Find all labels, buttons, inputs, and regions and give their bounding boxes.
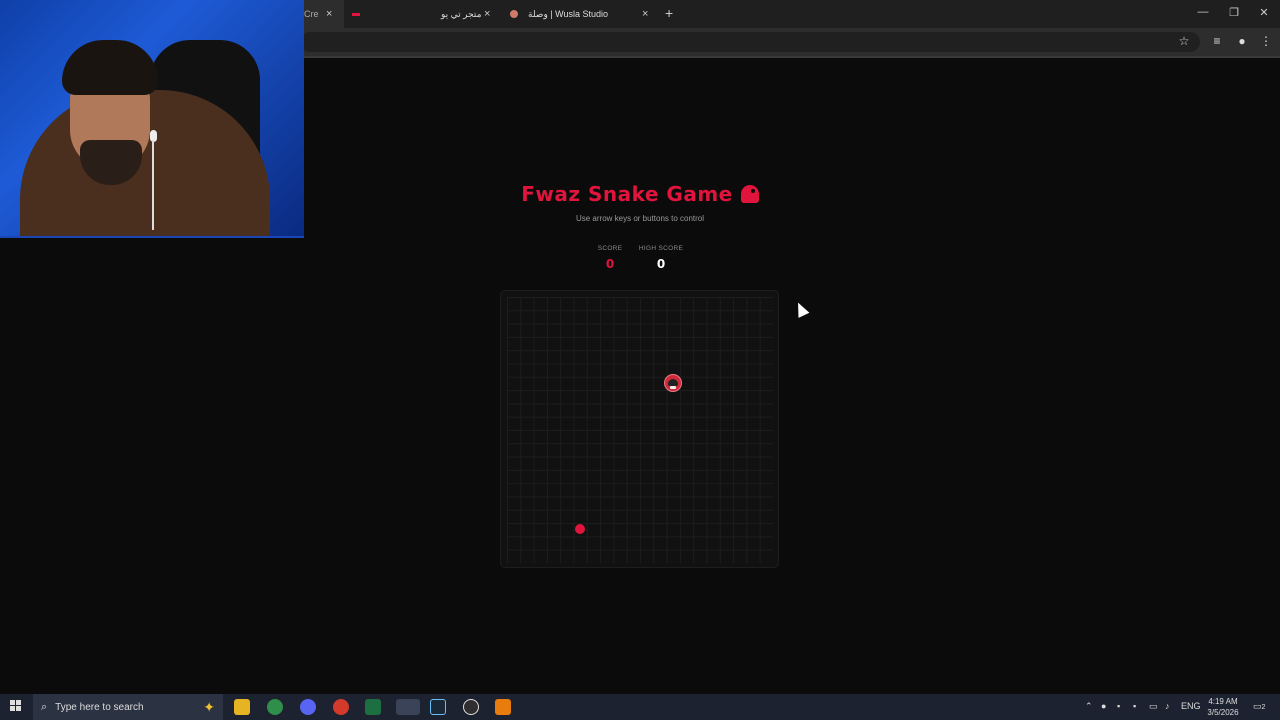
address-bar[interactable] <box>300 32 1200 52</box>
taskbar-search[interactable]: ⌕ Type here to search ✦ <box>33 694 223 720</box>
high-score-panel: HIGH SCORE 0 <box>631 245 691 271</box>
high-score-label: HIGH SCORE <box>638 245 684 252</box>
game-title-text: Fwaz Snake Game <box>521 182 733 206</box>
tray-app-icon[interactable]: ▪ <box>1133 701 1136 711</box>
obs-icon[interactable] <box>463 699 479 715</box>
windows-start-icon[interactable] <box>10 700 22 712</box>
notification-count: 2 <box>1261 704 1266 711</box>
profile-avatar-icon[interactable]: ● <box>1235 34 1249 48</box>
discord-icon[interactable] <box>300 699 316 715</box>
game-board[interactable] <box>500 290 779 568</box>
tab-close-icon[interactable]: × <box>326 8 332 20</box>
mouse-cursor-icon <box>792 300 810 318</box>
tab-favicon-icon <box>510 10 518 18</box>
tab-label: متجر تي يو <box>441 8 482 19</box>
clock-date: 3/5/2026 <box>1207 708 1239 717</box>
game-subtitle: Use arrow keys or buttons to control <box>575 214 705 223</box>
game-title: Fwaz Snake Game <box>0 182 1280 206</box>
tab-item[interactable] <box>344 0 434 28</box>
tab-close-icon[interactable]: × <box>484 8 490 20</box>
new-tab-button[interactable]: + <box>665 5 673 21</box>
language-indicator[interactable]: ENG <box>1181 701 1201 711</box>
search-placeholder: Type here to search <box>55 701 144 713</box>
tab-label: Cre <box>304 9 319 19</box>
app-red-icon[interactable] <box>333 699 349 715</box>
minimize-icon[interactable]: — <box>1196 6 1210 18</box>
clock-time: 4:19 AM <box>1208 697 1238 706</box>
high-score-value: 0 <box>656 257 666 271</box>
microphone-icon[interactable]: ● <box>1101 701 1106 711</box>
bookmark-star-icon[interactable]: ☆ <box>1177 34 1191 48</box>
tab-favicon-icon <box>352 12 360 16</box>
restore-icon[interactable]: ❐ <box>1227 6 1241 19</box>
network-icon[interactable]: ▭ <box>1149 701 1158 712</box>
snake-head <box>664 374 682 392</box>
chrome-icon[interactable] <box>267 699 283 715</box>
excel-icon[interactable] <box>365 699 381 715</box>
board-grid <box>507 297 773 563</box>
tray-app-icon[interactable]: ▪ <box>1117 701 1120 711</box>
steam-icon[interactable] <box>430 699 446 715</box>
window-close-icon[interactable]: ✕ <box>1257 6 1271 19</box>
tab-item[interactable]: متجر تي يو × <box>434 0 504 28</box>
menu-kebab-icon[interactable]: ⋮ <box>1259 34 1273 48</box>
snake-logo-icon <box>740 185 759 203</box>
tab-item[interactable]: وصلة | Wusla Studio × <box>504 0 660 28</box>
copilot-sparkle-icon: ✦ <box>203 699 215 715</box>
blender-icon[interactable] <box>495 699 511 715</box>
notifications-icon[interactable]: ▭2 <box>1253 701 1265 712</box>
reading-list-icon[interactable]: ≡ <box>1210 34 1224 48</box>
hair <box>62 40 158 95</box>
chrome-active-icon[interactable] <box>396 699 420 715</box>
volume-icon[interactable]: ♪ <box>1165 701 1170 711</box>
file-explorer-icon[interactable] <box>234 699 250 715</box>
tab-close-icon[interactable]: × <box>642 8 648 20</box>
food-dot <box>575 524 585 534</box>
tab-current[interactable]: Cre × <box>304 0 344 28</box>
tray-overflow-icon[interactable]: ⌃ <box>1085 701 1093 712</box>
taskbar-clock[interactable]: 4:19 AM 3/5/2026 <box>1200 696 1246 718</box>
search-icon: ⌕ <box>41 700 48 713</box>
tab-label: وصلة | Wusla Studio <box>528 8 608 19</box>
